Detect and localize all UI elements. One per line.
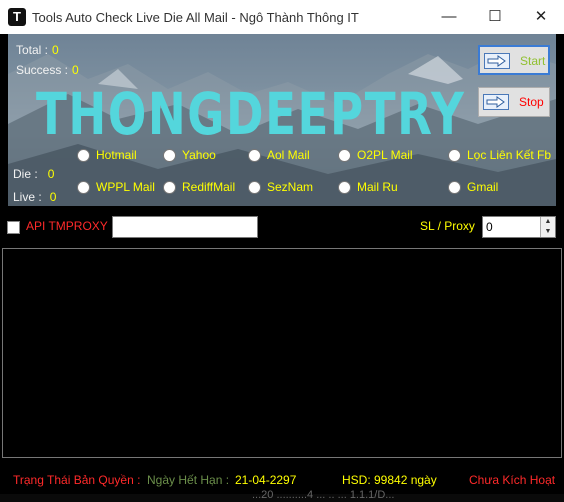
radio-label: Yahoo	[182, 148, 216, 162]
maximize-button[interactable]: ☐	[472, 0, 518, 34]
cut-off-text: ...20 ..........4 ... .. ... 1.1.1/D...	[252, 489, 395, 501]
start-button[interactable]: Start	[478, 45, 550, 75]
radio-circle[interactable]	[248, 149, 261, 162]
cut-off-footer: ...20 ..........4 ... .. ... 1.1.1/D...	[0, 489, 564, 502]
radio-circle[interactable]	[77, 181, 90, 194]
window-title: Tools Auto Check Live Die All Mail - Ngô…	[32, 10, 359, 25]
radio-circle[interactable]	[338, 181, 351, 194]
banner-panel: Total :0 Success :0 Die :0 Live :0 THONG…	[8, 34, 556, 206]
license-status-label: Trạng Thái Bản Quyền :	[13, 473, 141, 487]
hsd-text: HSD: 99842 ngày	[342, 473, 437, 487]
radio-label: Lọc Liên Kết Fb	[467, 148, 552, 162]
die-value: 0	[47, 167, 55, 181]
arrow-right-icon	[484, 53, 510, 69]
chevron-down-icon[interactable]: ▼	[540, 227, 555, 237]
radio-circle[interactable]	[448, 149, 461, 162]
live-label: Live :	[13, 190, 42, 204]
radio-circle[interactable]	[163, 149, 176, 162]
total-label: Total :	[16, 43, 49, 57]
title-bar: T Tools Auto Check Live Die All Mail - N…	[0, 0, 564, 34]
stop-label: Stop	[519, 95, 544, 109]
sl-proxy-label: SL / Proxy	[420, 219, 475, 233]
api-tmproxy-label: API TMPROXY :	[26, 219, 115, 233]
radio-label: SezNam	[267, 180, 314, 194]
success-stat: Success :0	[16, 63, 79, 77]
radio-label: WPPL Mail	[96, 180, 155, 194]
expiry-label: Ngày Hết Hạn :	[147, 473, 230, 487]
live-value: 0	[49, 190, 57, 204]
radio-circle[interactable]	[338, 149, 351, 162]
success-label: Success :	[16, 63, 69, 77]
stop-button[interactable]: Stop	[478, 87, 550, 117]
radio-label: Gmail	[467, 180, 499, 194]
expiry-value: 21-04-2297	[235, 473, 297, 487]
total-value: 0	[52, 43, 59, 57]
live-stat: Live : 0	[13, 190, 56, 204]
api-tmproxy-checkbox[interactable]	[7, 221, 20, 234]
success-value: 0	[72, 63, 79, 77]
sl-proxy-stepper[interactable]: 0 ▲ ▼	[482, 216, 556, 238]
radio-circle[interactable]	[248, 181, 261, 194]
die-label: Die :	[13, 167, 38, 181]
activation-status: Chưa Kích Hoạt	[469, 473, 556, 487]
radio-label: RediffMail	[182, 180, 236, 194]
app-icon: T	[8, 8, 26, 26]
radio-circle[interactable]	[163, 181, 176, 194]
die-stat: Die : 0	[13, 167, 54, 181]
radio-label: Aol Mail	[267, 148, 310, 162]
results-log-area[interactable]	[2, 248, 562, 458]
radio-label: Mail Ru	[357, 180, 398, 194]
close-button[interactable]: ✕	[518, 0, 564, 34]
sl-proxy-value[interactable]: 0	[486, 220, 493, 234]
total-stat: Total :0	[16, 43, 59, 57]
api-tmproxy-input[interactable]	[112, 216, 258, 238]
radio-circle[interactable]	[77, 149, 90, 162]
radio-circle[interactable]	[448, 181, 461, 194]
arrow-right-icon	[483, 94, 509, 110]
start-label: Start	[520, 54, 546, 68]
brand-logo: THONGDEEPTRY	[36, 80, 466, 148]
radio-label: O2PL Mail	[357, 148, 413, 162]
radio-label: Hotmail	[96, 148, 137, 162]
minimize-button[interactable]: —	[426, 0, 472, 34]
